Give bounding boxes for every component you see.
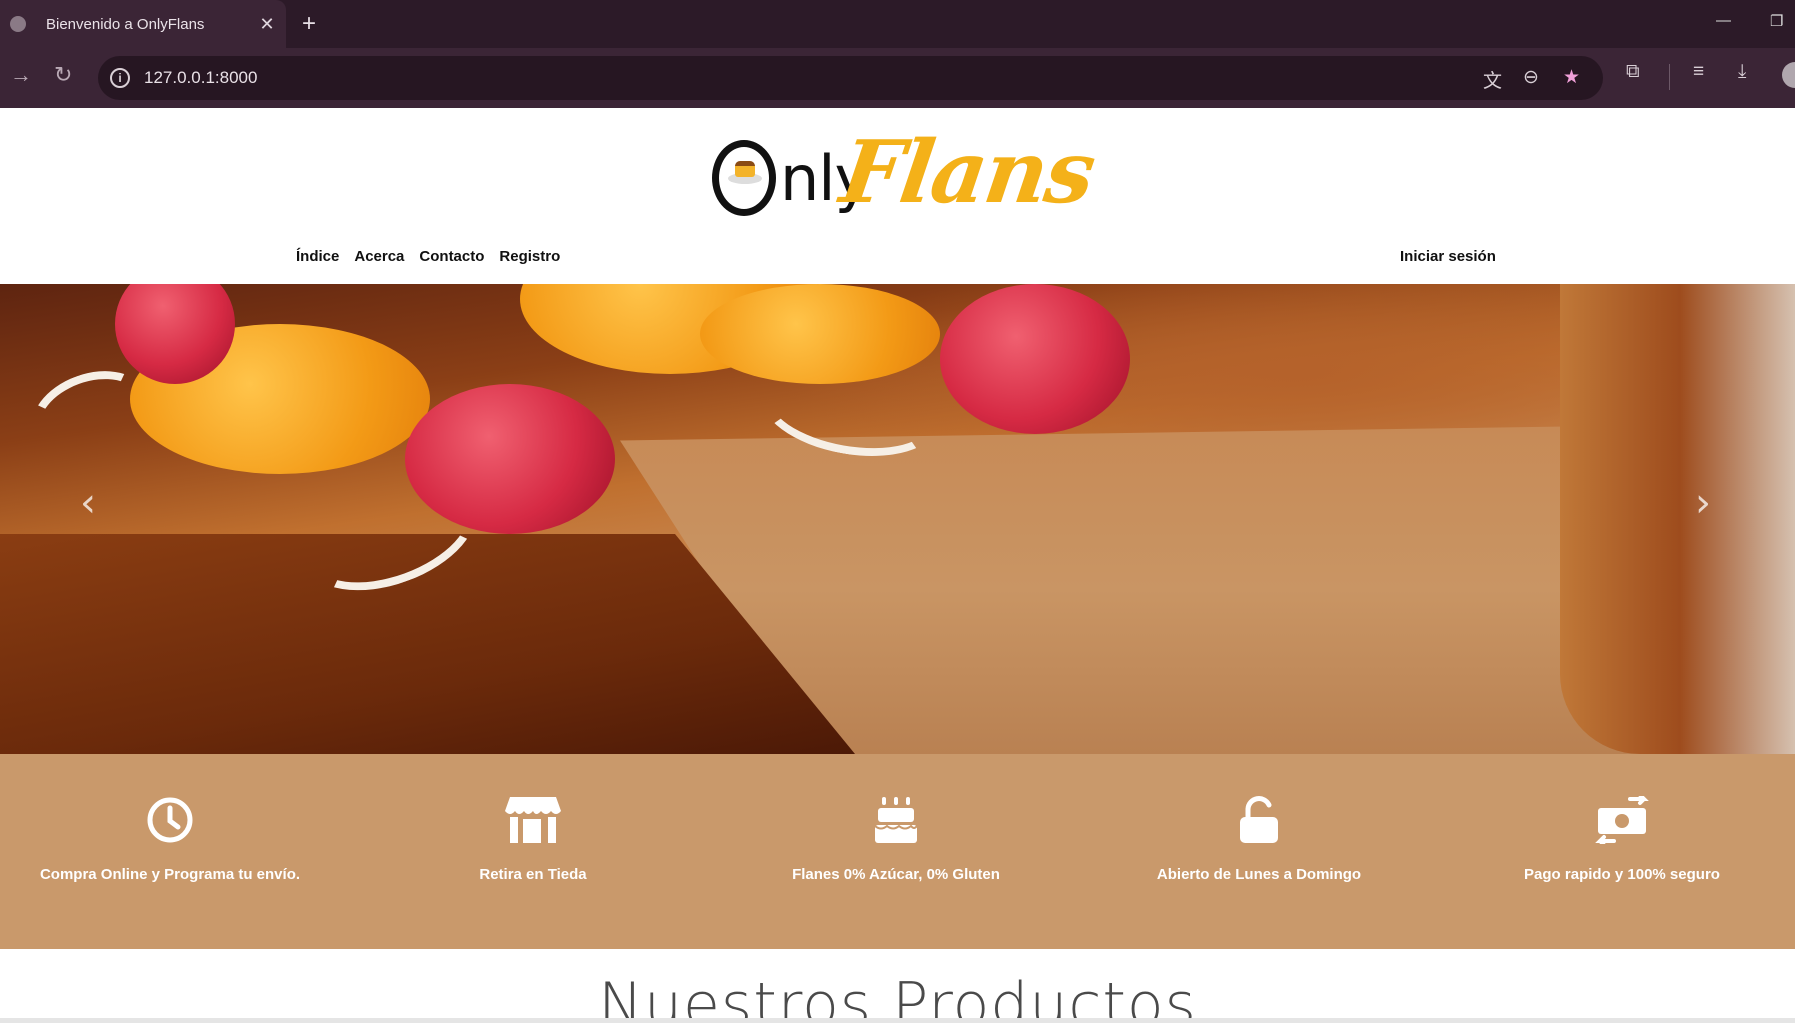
new-tab-icon[interactable]: + bbox=[302, 10, 316, 38]
logo-o-ring bbox=[712, 140, 776, 216]
browser-tab[interactable]: Bienvenido a OnlyFlans ✕ bbox=[0, 0, 286, 48]
globe-icon bbox=[10, 16, 26, 32]
feature-text: Flanes 0% Azúcar, 0% Gluten bbox=[792, 866, 1000, 883]
store-icon bbox=[363, 792, 703, 848]
forward-icon[interactable]: → bbox=[10, 62, 32, 88]
clock-icon bbox=[0, 792, 340, 848]
minimize-icon[interactable]: — bbox=[1716, 12, 1731, 29]
extensions-icon[interactable]: ⧉ bbox=[1626, 61, 1640, 83]
money-exchange-icon bbox=[1452, 792, 1792, 848]
site-info-icon[interactable]: i bbox=[110, 68, 130, 88]
logo-text-flans: Flans bbox=[834, 122, 1100, 223]
carousel-next-icon[interactable]: › bbox=[1695, 480, 1711, 526]
nav-link-indice[interactable]: Índice bbox=[296, 248, 339, 265]
address-bar[interactable]: i 127.0.0.1:8000 文 ⊖ ★ bbox=[98, 56, 1603, 100]
url-text[interactable]: 127.0.0.1:8000 bbox=[144, 68, 257, 88]
browser-tab-bar: Bienvenido a OnlyFlans ✕ + — ❐ bbox=[0, 0, 1795, 48]
feature-text: Compra Online y Programa tu envío. bbox=[39, 866, 301, 883]
carousel-prev-icon[interactable]: ‹ bbox=[80, 480, 96, 526]
flan-rim-image bbox=[1560, 284, 1795, 754]
flan-icon bbox=[735, 161, 755, 177]
horizontal-scrollbar[interactable] bbox=[0, 1018, 1795, 1023]
download-icon[interactable]: ⤓ bbox=[1738, 61, 1746, 83]
feature-text: Retira en Tieda bbox=[479, 866, 587, 883]
bookmark-star-icon[interactable]: ★ bbox=[1563, 66, 1580, 89]
media-control-icon[interactable]: ≡ bbox=[1693, 61, 1704, 83]
nav-link-acerca[interactable]: Acerca bbox=[354, 248, 404, 265]
feature-secure-payment: Pago rapido y 100% seguro bbox=[1452, 792, 1792, 883]
feature-store-pickup: Retira en Tieda bbox=[363, 792, 703, 883]
site-logo[interactable]: nly Flans bbox=[712, 122, 1100, 223]
feature-text: Abierto de Lunes a Domingo bbox=[1156, 866, 1362, 883]
feature-open-days: Abierto de Lunes a Domingo bbox=[1089, 792, 1429, 883]
zoom-out-icon[interactable]: ⊖ bbox=[1523, 66, 1539, 89]
toolbar-divider bbox=[1669, 64, 1670, 90]
hero-carousel: ‹ › bbox=[0, 284, 1795, 754]
cake-icon bbox=[726, 792, 1066, 848]
nav-link-contacto[interactable]: Contacto bbox=[419, 248, 484, 265]
feature-no-sugar: Flanes 0% Azúcar, 0% Gluten bbox=[726, 792, 1066, 883]
section-title-products: Nuestros Productos bbox=[598, 970, 1197, 1023]
main-nav: Índice Acerca Contacto Registro bbox=[296, 248, 560, 265]
raspberry-image bbox=[940, 284, 1130, 434]
restore-icon[interactable]: ❐ bbox=[1770, 12, 1783, 30]
close-tab-icon[interactable]: ✕ bbox=[252, 14, 282, 35]
unlock-icon bbox=[1089, 792, 1429, 848]
feature-online-order: Compra Online y Programa tu envío. bbox=[0, 792, 340, 883]
web-page: nly Flans Índice Acerca Contacto Registr… bbox=[0, 108, 1795, 1023]
translate-icon[interactable]: 文 bbox=[1483, 66, 1502, 93]
features-band: Compra Online y Programa tu envío. Retir… bbox=[0, 754, 1795, 949]
login-link[interactable]: Iniciar sesión bbox=[1400, 248, 1496, 265]
profile-avatar[interactable] bbox=[1782, 62, 1795, 88]
feature-text: Pago rapido y 100% seguro bbox=[1524, 866, 1720, 883]
nav-link-registro[interactable]: Registro bbox=[499, 248, 560, 265]
browser-toolbar: → ↻ i 127.0.0.1:8000 文 ⊖ ★ ⧉ ≡ ⤓ bbox=[0, 48, 1795, 108]
tab-title: Bienvenido a OnlyFlans bbox=[46, 15, 205, 33]
reload-icon[interactable]: ↻ bbox=[54, 62, 72, 88]
